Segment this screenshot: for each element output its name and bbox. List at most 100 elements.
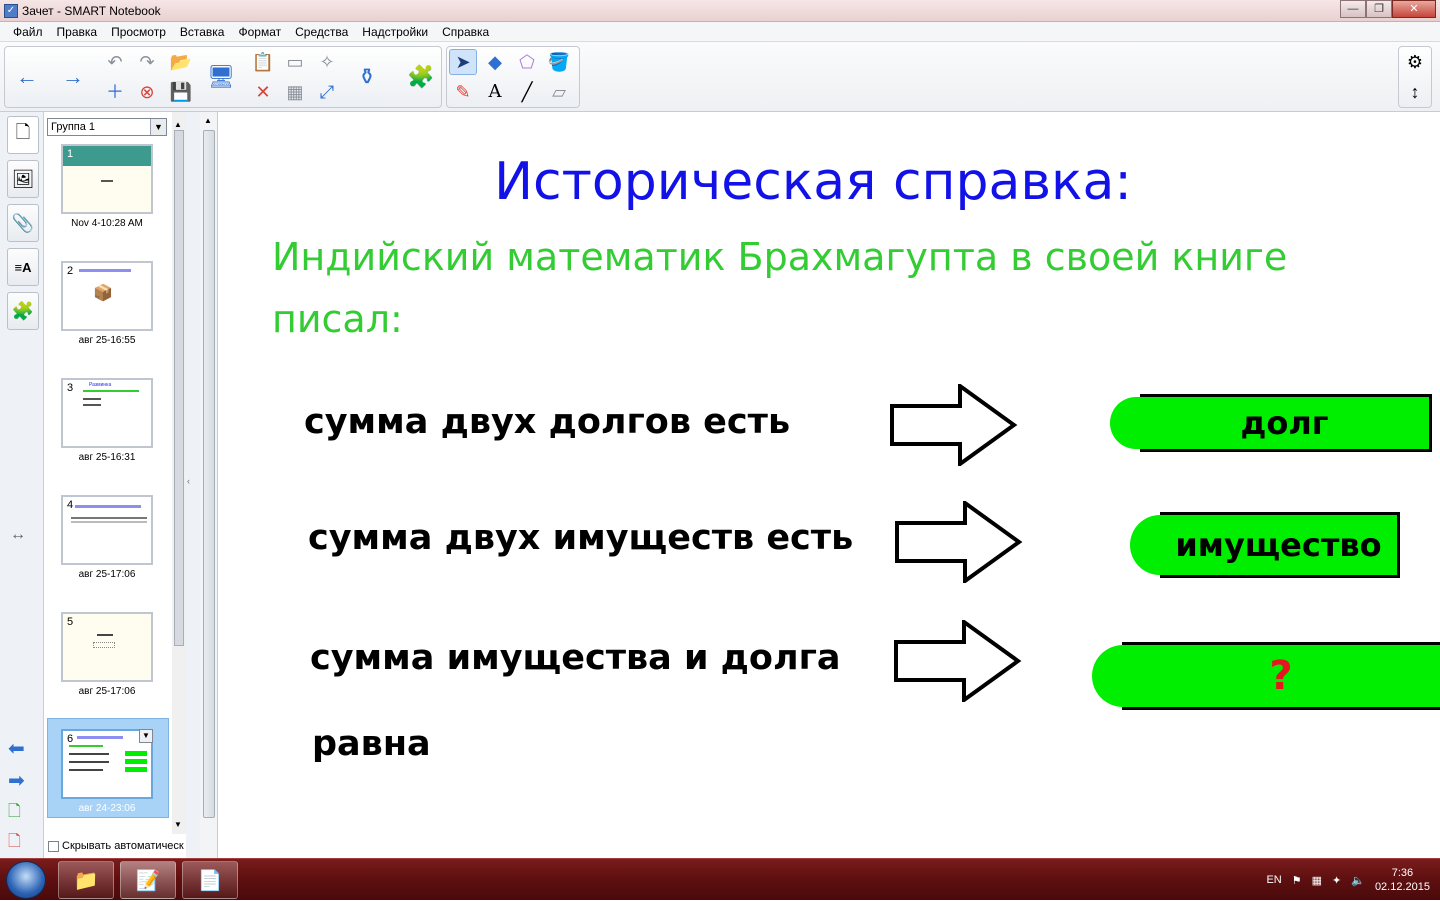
resize-sidebar-icon[interactable]: ↔	[10, 526, 26, 544]
menu-file[interactable]: Файл	[6, 25, 50, 39]
capture-tool-icon[interactable]: ✧	[313, 49, 341, 75]
properties-tab-icon[interactable]: ≡A	[7, 248, 39, 286]
answer-box-2[interactable]: имущество	[1130, 512, 1400, 578]
open-file-icon[interactable]: 📂	[167, 49, 195, 75]
move-toolbar-icon[interactable]: ↕	[1401, 79, 1429, 105]
page-caption-4: авг 25-17:06	[78, 569, 136, 580]
smart-notebook-taskbar-icon[interactable]: 📝	[120, 861, 176, 899]
text-tool-icon[interactable]: A	[481, 79, 509, 105]
clock[interactable]: 7:36 02.12.2015	[1375, 866, 1430, 894]
redo-icon[interactable]: ↷	[133, 49, 161, 75]
fullscreen-icon[interactable]: ⤢	[313, 79, 341, 105]
scroll-down-icon[interactable]: ▼	[174, 820, 182, 829]
right-arrow-icon-3[interactable]	[894, 620, 1022, 702]
group-select[interactable]: Группа 1 ▼	[47, 118, 167, 136]
screen-shade-icon[interactable]: ▭	[281, 49, 309, 75]
gallery-tab-icon[interactable]: 🖼	[7, 160, 39, 198]
menu-insert[interactable]: Вставка	[173, 25, 232, 39]
add-page-sidebar-icon[interactable]: 🗋	[8, 800, 21, 827]
answer-text-2: имущество	[1175, 526, 1382, 564]
menu-edit[interactable]: Правка	[50, 25, 105, 39]
word-taskbar-icon[interactable]: 📄	[182, 861, 238, 899]
page-sorter-tab-icon[interactable]: 🗋	[7, 116, 39, 154]
restore-button[interactable]: ❐	[1366, 0, 1392, 18]
addons-puzzle-icon[interactable]: 🧩	[405, 61, 437, 93]
page-thumbnail-6[interactable]: 6 ▼	[61, 729, 153, 799]
toolbar-group-main: ← → ↶ ↷ 📂 ＋ ⊗ 💾 🖥 📋 ▭ ✧ ✕ ▦ ⤢ ⚱ 🧩	[4, 46, 442, 108]
menu-format[interactable]: Формат	[231, 25, 288, 39]
sorter-scroll-thumb[interactable]	[174, 130, 184, 646]
answer-box-1[interactable]: долг	[1110, 394, 1432, 452]
attachments-tab-icon[interactable]: 📎	[7, 204, 39, 242]
table-icon[interactable]: ▦	[281, 79, 309, 105]
fill-tool-icon[interactable]: 🪣	[545, 49, 573, 75]
sidebar-splitter[interactable]: ‹	[186, 112, 200, 858]
canvas-scrollbar[interactable]: ▲	[200, 112, 218, 858]
statement-2[interactable]: сумма двух имуществ есть	[308, 518, 853, 558]
delete-page-icon[interactable]: ⊗	[133, 79, 161, 105]
next-page-icon[interactable]: ➡	[8, 768, 25, 793]
paste-icon[interactable]: 📋	[249, 49, 277, 75]
select-tool-icon[interactable]: ➤	[449, 49, 477, 75]
language-indicator[interactable]: EN	[1266, 874, 1281, 886]
page-thumbnail-1[interactable]: 1	[61, 144, 153, 214]
scroll-up-icon[interactable]: ▲	[174, 120, 182, 129]
answer-box-3[interactable]: ?	[1092, 642, 1440, 710]
undo-icon[interactable]: ↶	[101, 49, 129, 75]
statement-3-continued[interactable]: равна	[312, 724, 431, 764]
page-thumbnail-2[interactable]: 2 📦	[61, 261, 153, 331]
page-thumbnail-5[interactable]: 5	[61, 612, 153, 682]
toolbar-group-settings: ⚙ ↕	[1398, 46, 1432, 108]
slide-title[interactable]: Историческая справка:	[218, 152, 1408, 212]
network-icon[interactable]: ▦	[1312, 874, 1322, 887]
sorter-scrollbar[interactable]: ▲ ▼	[172, 112, 186, 834]
display-screen-icon[interactable]: 🖥	[205, 61, 237, 93]
update-icon[interactable]: ✦	[1332, 874, 1341, 887]
back-arrow-icon[interactable]: ←	[11, 61, 43, 93]
page-number: 2	[67, 265, 74, 277]
addons-tab-icon[interactable]: 🧩	[7, 292, 39, 330]
statement-3[interactable]: сумма имущества и долга	[310, 638, 841, 678]
delete-page-sidebar-icon[interactable]: 🗋	[8, 830, 21, 857]
close-button[interactable]: ✕	[1392, 0, 1436, 18]
line-tool-icon[interactable]: ╱	[513, 79, 541, 105]
window-title: Зачет - SMART Notebook	[22, 4, 161, 18]
previous-page-icon[interactable]: ⬅	[8, 736, 25, 761]
pens-tool-icon[interactable]: ✎	[449, 79, 477, 105]
right-arrow-icon-1[interactable]	[890, 384, 1018, 466]
page-number: 4	[67, 499, 74, 511]
right-arrow-icon-2[interactable]	[895, 501, 1023, 583]
chevron-down-icon[interactable]: ▼	[150, 119, 166, 135]
menu-help[interactable]: Справка	[435, 25, 496, 39]
thumb-detail	[125, 767, 147, 772]
menu-addons[interactable]: Надстройки	[355, 25, 435, 39]
page-thumbnail-4[interactable]: 4	[61, 495, 153, 565]
start-button[interactable]	[6, 861, 46, 899]
delete-icon[interactable]: ✕	[249, 79, 277, 105]
checkbox-box[interactable]	[48, 840, 59, 852]
save-icon[interactable]: 💾	[167, 79, 195, 105]
menu-view[interactable]: Просмотр	[104, 25, 173, 39]
settings-gear-icon[interactable]: ⚙	[1401, 49, 1429, 75]
page-menu-chevron-down-icon[interactable]: ▼	[139, 729, 153, 743]
slide-intro-text[interactable]: Индийский математик Брахмагупта в своей …	[272, 226, 1372, 350]
shapes-tool-icon[interactable]: ◆	[481, 49, 509, 75]
whiteboard-canvas[interactable]: Историческая справка: Индийский математи…	[218, 112, 1440, 858]
eraser-tool-icon[interactable]: ▱	[545, 79, 573, 105]
splitter-grip-icon[interactable]: ‹	[187, 476, 190, 486]
shape-recognition-icon[interactable]: ⬠	[513, 49, 541, 75]
autohide-checkbox[interactable]: Скрывать автоматическ	[48, 840, 184, 852]
explorer-taskbar-icon[interactable]: 📁	[58, 861, 114, 899]
scroll-up-icon[interactable]: ▲	[204, 116, 212, 125]
volume-icon[interactable]: 🔈	[1351, 874, 1365, 887]
thumb-detail	[125, 759, 147, 764]
forward-arrow-icon[interactable]: →	[57, 61, 89, 93]
canvas-scroll-thumb[interactable]	[203, 130, 215, 818]
flag-icon[interactable]: ⚑	[1292, 874, 1302, 887]
menu-tools[interactable]: Средства	[288, 25, 355, 39]
add-page-icon[interactable]: ＋	[101, 79, 129, 105]
statement-1[interactable]: сумма двух долгов есть	[304, 402, 790, 442]
page-thumbnail-3[interactable]: 3 Разминка	[61, 378, 153, 448]
document-camera-icon[interactable]: ⚱	[351, 61, 383, 93]
minimize-button[interactable]: —	[1340, 0, 1366, 18]
